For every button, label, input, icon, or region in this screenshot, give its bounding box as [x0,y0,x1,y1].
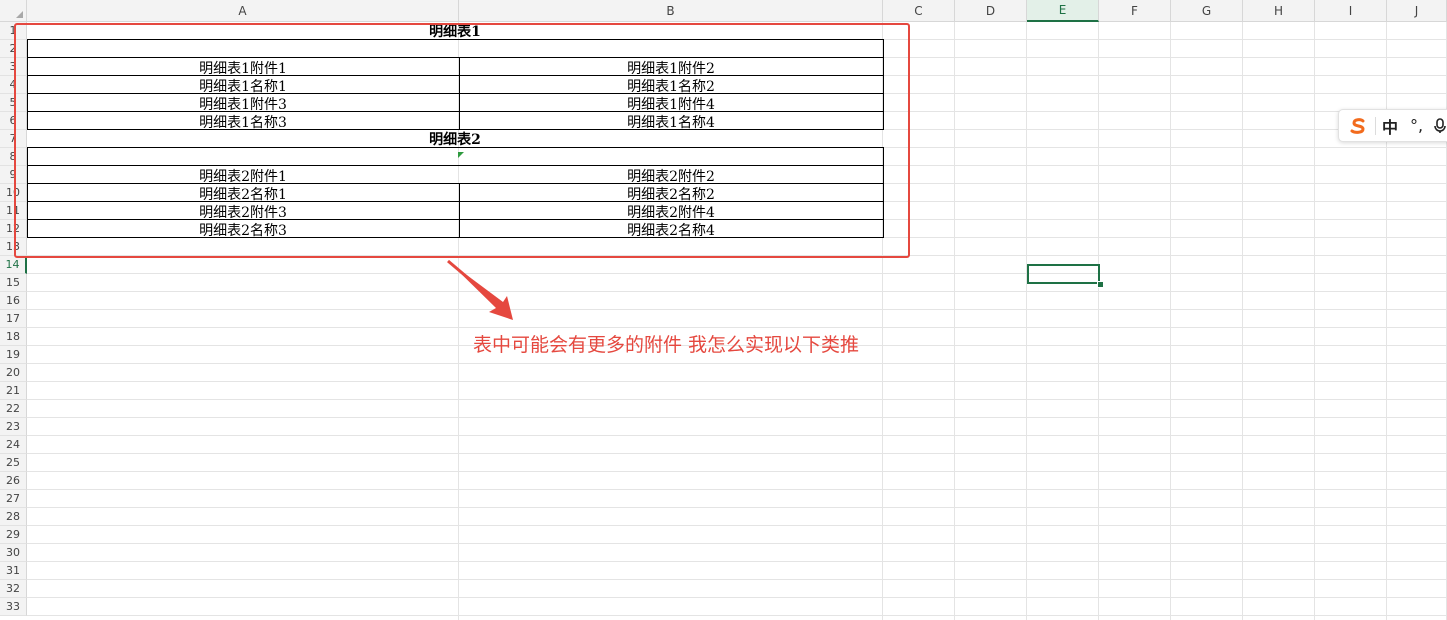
grid-hline [27,561,1447,562]
row-header-14[interactable]: 14 [0,256,27,274]
grid-hline [27,597,1447,598]
grid-hline [27,363,1447,364]
grid-hline [27,381,1447,382]
grid-hline [27,525,1447,526]
row-header-32[interactable]: 32 [0,580,27,598]
annotation-text: 表中可能会有更多的附件 我怎么实现以下类推 [473,334,860,356]
grid-hline [27,489,1447,490]
select-all-corner[interactable] [0,0,27,22]
ime-toolbar[interactable]: 中 °, [1338,109,1447,142]
column-header-c[interactable]: C [883,0,955,22]
grid-hline [27,579,1447,580]
column-header-g[interactable]: G [1171,0,1243,22]
fill-handle[interactable] [1097,281,1104,288]
column-header-b[interactable]: B [459,0,883,22]
grid-hline [27,273,1447,274]
row-header-16[interactable]: 16 [0,292,27,310]
grid-hline [27,507,1447,508]
column-header-i[interactable]: I [1315,0,1387,22]
row-header-17[interactable]: 17 [0,310,27,328]
row-header-18[interactable]: 18 [0,328,27,346]
column-header-a[interactable]: A [27,0,459,22]
row-header-15[interactable]: 15 [0,274,27,292]
row-header-22[interactable]: 22 [0,400,27,418]
row-header-19[interactable]: 19 [0,346,27,364]
grid-hline [27,291,1447,292]
grid-hline [27,327,1447,328]
select-all-triangle-icon [16,11,23,18]
row-header-23[interactable]: 23 [0,418,27,436]
row-header-20[interactable]: 20 [0,364,27,382]
row-header-24[interactable]: 24 [0,436,27,454]
sogou-s-icon[interactable] [1347,115,1369,137]
row-header-33[interactable]: 33 [0,598,27,616]
row-header-25[interactable]: 25 [0,454,27,472]
grid-hline [27,417,1447,418]
row-header-26[interactable]: 26 [0,472,27,490]
ime-punctuation-toggle[interactable]: °, [1410,116,1423,135]
column-header-d[interactable]: D [955,0,1027,22]
row-header-21[interactable]: 21 [0,382,27,400]
grid-hline [27,309,1447,310]
ime-mode-toggle[interactable]: 中 [1382,114,1398,138]
column-header-j[interactable]: J [1387,0,1447,22]
ime-divider [1375,116,1376,135]
grid-hline [27,471,1447,472]
grid-hline [27,453,1447,454]
active-cell-e14[interactable] [1027,264,1100,284]
grid-hline [27,543,1447,544]
column-header-f[interactable]: F [1099,0,1171,22]
row-header-30[interactable]: 30 [0,544,27,562]
column-header-h[interactable]: H [1243,0,1315,22]
microphone-icon[interactable] [1433,117,1447,134]
grid-hline [27,435,1447,436]
annotation-highlight-box [14,23,910,258]
row-header-29[interactable]: 29 [0,526,27,544]
annotation-arrow-icon [447,259,513,320]
row-header-31[interactable]: 31 [0,562,27,580]
row-header-27[interactable]: 27 [0,490,27,508]
grid-hline [27,399,1447,400]
row-header-28[interactable]: 28 [0,508,27,526]
grid-hline [27,615,1447,616]
column-header-e[interactable]: E [1027,0,1099,22]
